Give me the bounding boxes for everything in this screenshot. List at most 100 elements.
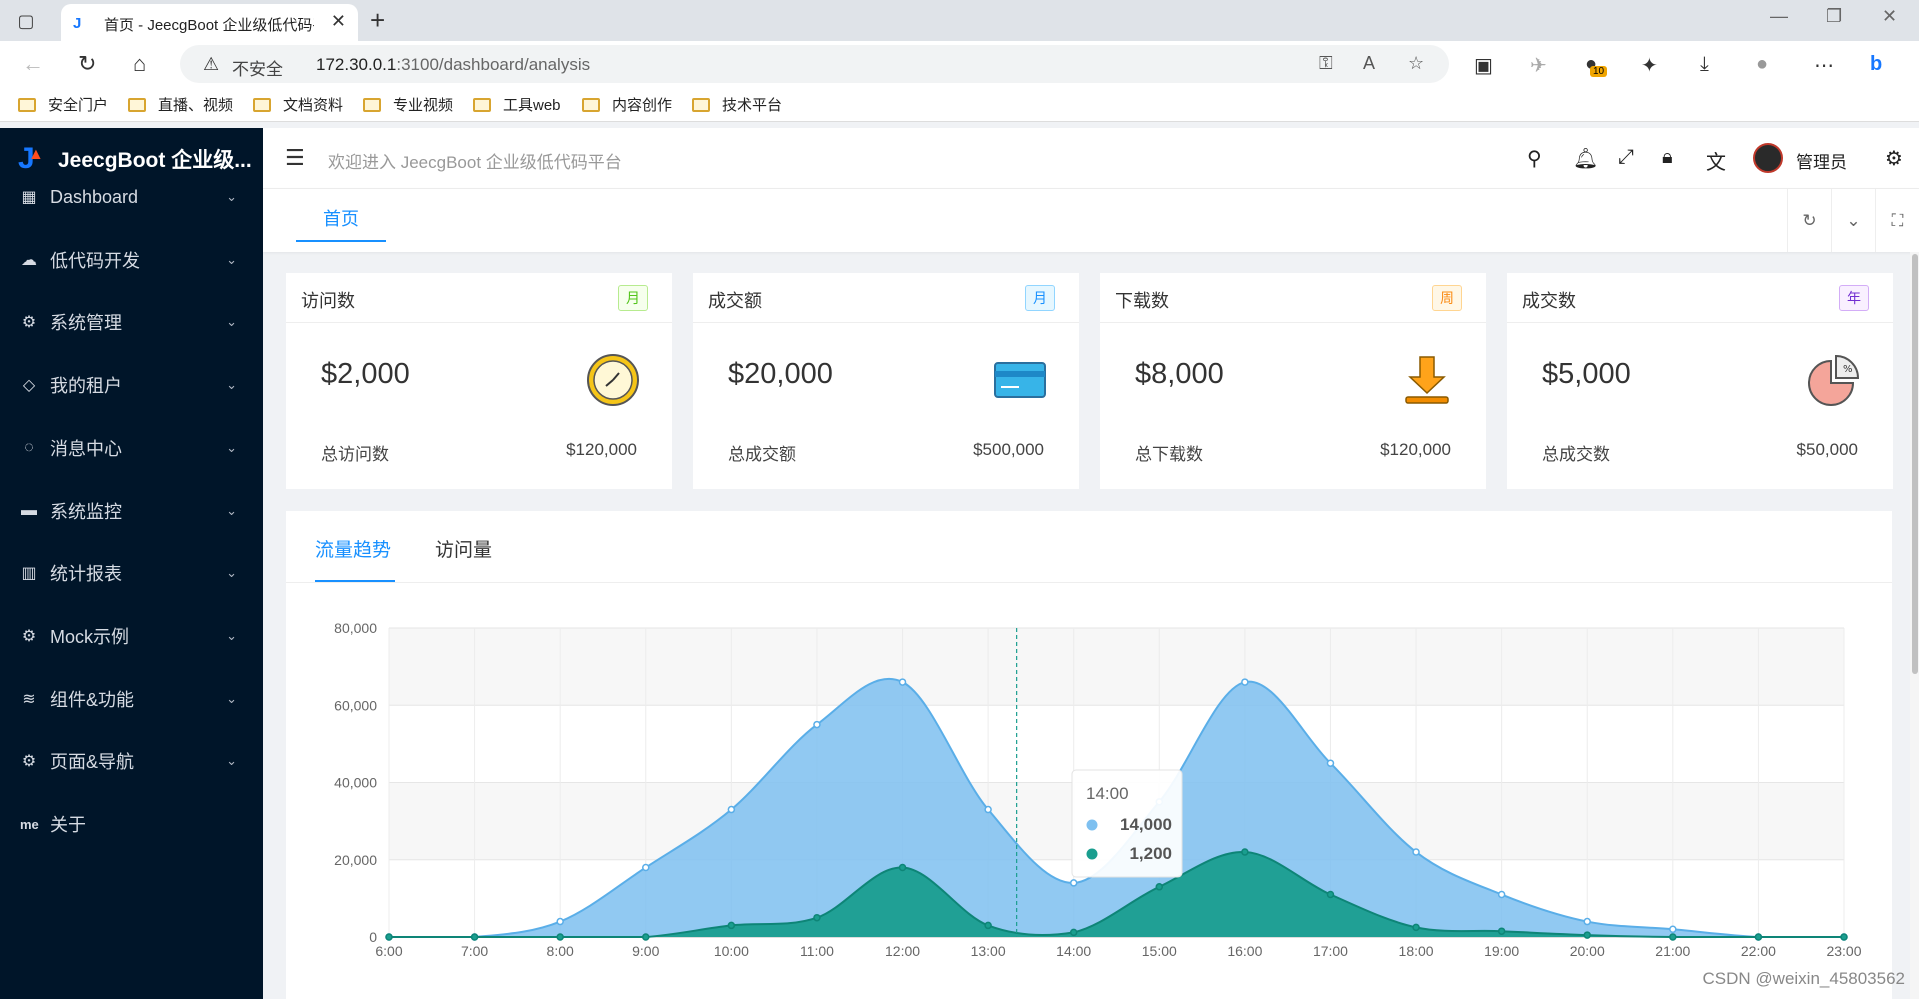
- x-tick-label: 22:00: [1741, 943, 1776, 959]
- maximize-content-icon[interactable]: ⛶: [1875, 189, 1919, 252]
- bookmark-item[interactable]: 内容创作: [582, 94, 672, 115]
- x-tick-label: 19:00: [1484, 943, 1519, 959]
- scrollbar-thumb[interactable]: [1912, 254, 1918, 674]
- minimize-icon[interactable]: —: [1770, 6, 1788, 27]
- security-label[interactable]: 不安全: [232, 55, 283, 80]
- data-point: [1069, 879, 1078, 887]
- address-bar: ← ↻ ⌂ ⚠ 不安全 172.30.0.1:3100/dashboard/an…: [0, 41, 1919, 86]
- tab-actions-icon[interactable]: ▢: [14, 9, 38, 33]
- avatar[interactable]: [1753, 143, 1783, 173]
- gear-icon[interactable]: ⚙: [1885, 146, 1903, 171]
- warning-icon: ⚠: [203, 54, 220, 74]
- data-point: [1754, 933, 1763, 941]
- sidebar-item[interactable]: ▦ Dashboard ⌄: [0, 172, 263, 222]
- browser-tab[interactable]: J 首页 - JeecgBoot 企业级低代码平 ✕: [61, 4, 358, 41]
- data-point: [1497, 890, 1506, 899]
- traffic-area-chart[interactable]: 020,00040,00060,00080,0006:00 7:00 8:00 9:0…: [286, 583, 1892, 999]
- bookmark-item[interactable]: 文档资料: [253, 94, 343, 115]
- top-header: ☰ 欢迎进入 JeecgBoot 企业级低代码平台 ⚲ 🔔︎ ⤢ 🔒︎ 文 管理…: [263, 128, 1919, 189]
- menu-fold-icon[interactable]: ☰: [285, 145, 305, 171]
- x-tick-label: 15:00: [1142, 943, 1177, 959]
- data-point: [1497, 927, 1506, 935]
- sidebar-item[interactable]: ⚙ 页面&导航 ⌄: [0, 736, 263, 786]
- x-tick-label: 14:00: [1056, 943, 1091, 959]
- favorite-icon[interactable]: ☆: [1408, 53, 1424, 74]
- user-name[interactable]: 管理员: [1796, 148, 1847, 173]
- data-point: [813, 720, 821, 729]
- chevron-down-icon: ⌄: [226, 189, 237, 204]
- bookmark-item[interactable]: 直播、视频: [128, 94, 233, 115]
- read-aloud-icon[interactable]: A: [1363, 53, 1375, 74]
- download-browser-icon[interactable]: ⤓: [1700, 53, 1709, 76]
- csdn-watermark: CSDN @weixin_45803562: [1702, 969, 1905, 988]
- sidebar-item[interactable]: ▬ 系统监控 ⌄: [0, 486, 263, 536]
- fullscreen-icon[interactable]: ⤢: [1618, 146, 1634, 169]
- data-point: [1583, 917, 1591, 926]
- profile-icon[interactable]: ●: [1756, 53, 1768, 76]
- bookmark-item[interactable]: 技术平台: [692, 94, 782, 115]
- sidebar-item[interactable]: ≋ 组件&功能 ⌄: [0, 674, 263, 724]
- browser-tab-bar: ▢ J 首页 - JeecgBoot 企业级低代码平 ✕ + — ❐ ✕: [0, 0, 1919, 41]
- card-title: 访问数: [301, 291, 355, 311]
- sidebar-item[interactable]: ▥ 统计报表 ⌄: [0, 548, 263, 598]
- bird-extension-icon[interactable]: ✈: [1530, 53, 1547, 78]
- puzzle-icon[interactable]: ✦: [1641, 53, 1658, 78]
- card-title: 下载数: [1115, 291, 1169, 311]
- data-point: [1326, 759, 1335, 767]
- folder-icon: [18, 97, 36, 112]
- key-icon[interactable]: ⚿: [1319, 53, 1333, 74]
- chevron-down-icon[interactable]: ⌄: [1831, 189, 1875, 252]
- card-header: 下载数 周: [1100, 273, 1486, 323]
- tab-home[interactable]: 首页: [296, 205, 386, 235]
- tab-visits[interactable]: 访问量: [435, 535, 492, 562]
- url-path: :3100/dashboard/analysis: [396, 55, 591, 74]
- data-point: [1583, 931, 1591, 939]
- bookmark-item[interactable]: 工具web: [473, 94, 561, 115]
- refresh-icon[interactable]: ↻: [78, 51, 96, 77]
- sidebar-item[interactable]: ☁ 低代码开发 ⌄: [0, 235, 263, 285]
- bing-icon[interactable]: b: [1870, 53, 1882, 76]
- tab-traffic-trend[interactable]: 流量趋势: [315, 535, 391, 562]
- page-scrollbar[interactable]: [1910, 252, 1919, 999]
- cloud-icon: ☁: [21, 251, 37, 269]
- close-tab-icon[interactable]: ✕: [331, 11, 346, 32]
- x-tick-label: 18:00: [1399, 943, 1434, 959]
- card-footer-value: $120,000: [566, 440, 637, 459]
- message-icon: ◌: [24, 438, 34, 456]
- more-icon[interactable]: ⋯: [1814, 53, 1834, 78]
- x-tick-label: 7:00: [461, 943, 488, 959]
- new-tab-icon[interactable]: +: [370, 5, 385, 36]
- x-tick-label: 21:00: [1655, 943, 1690, 959]
- sidebar-item[interactable]: me 关于: [0, 799, 263, 849]
- lock-icon[interactable]: 🔒︎: [1662, 146, 1673, 169]
- chevron-down-icon: ⌄: [226, 502, 237, 518]
- card-footer-label: 总访问数: [321, 445, 389, 464]
- reload-tab-icon[interactable]: ↻: [1787, 189, 1831, 252]
- card-footer-value: $50,000: [1796, 440, 1858, 459]
- bell-icon[interactable]: 🔔︎: [1573, 146, 1598, 171]
- bookmark-item[interactable]: 专业视频: [363, 94, 453, 115]
- sidebar-item[interactable]: ◇ 我的租户 ⌄: [0, 360, 263, 410]
- bookmark-item[interactable]: 安全门户: [18, 94, 108, 115]
- home-icon[interactable]: ⌂: [133, 51, 146, 77]
- restore-icon[interactable]: ❐: [1826, 6, 1842, 27]
- app-logo[interactable]: J ▲ JeecgBoot 企业级...: [18, 142, 252, 176]
- sidebar-item[interactable]: ⚙ Mock示例 ⌄: [0, 611, 263, 661]
- translate-icon[interactable]: 文: [1706, 146, 1726, 175]
- svg-text:%: %: [1843, 364, 1853, 375]
- back-icon[interactable]: ←: [22, 51, 44, 77]
- close-window-icon[interactable]: ✕: [1882, 6, 1897, 27]
- sidebar-item[interactable]: ◌ 消息中心 ⌄: [0, 423, 263, 473]
- url-field[interactable]: ⚠ 不安全 172.30.0.1:3100/dashboard/analysis…: [180, 45, 1449, 83]
- sidebar-item[interactable]: ⚙ 系统管理 ⌄: [0, 297, 263, 347]
- data-point: [813, 913, 821, 922]
- extension-icon[interactable]: ▣: [1474, 53, 1493, 78]
- search-icon[interactable]: ⚲: [1527, 146, 1542, 171]
- active-tab-indicator: [296, 240, 386, 242]
- card-header: 成交额 月: [693, 273, 1079, 323]
- chevron-down-icon: ⌄: [226, 753, 237, 769]
- data-point: [470, 933, 479, 941]
- clock-icon: [587, 354, 639, 406]
- jeecg-favicon-icon: J: [73, 15, 82, 32]
- x-tick-label: 20:00: [1570, 943, 1605, 959]
